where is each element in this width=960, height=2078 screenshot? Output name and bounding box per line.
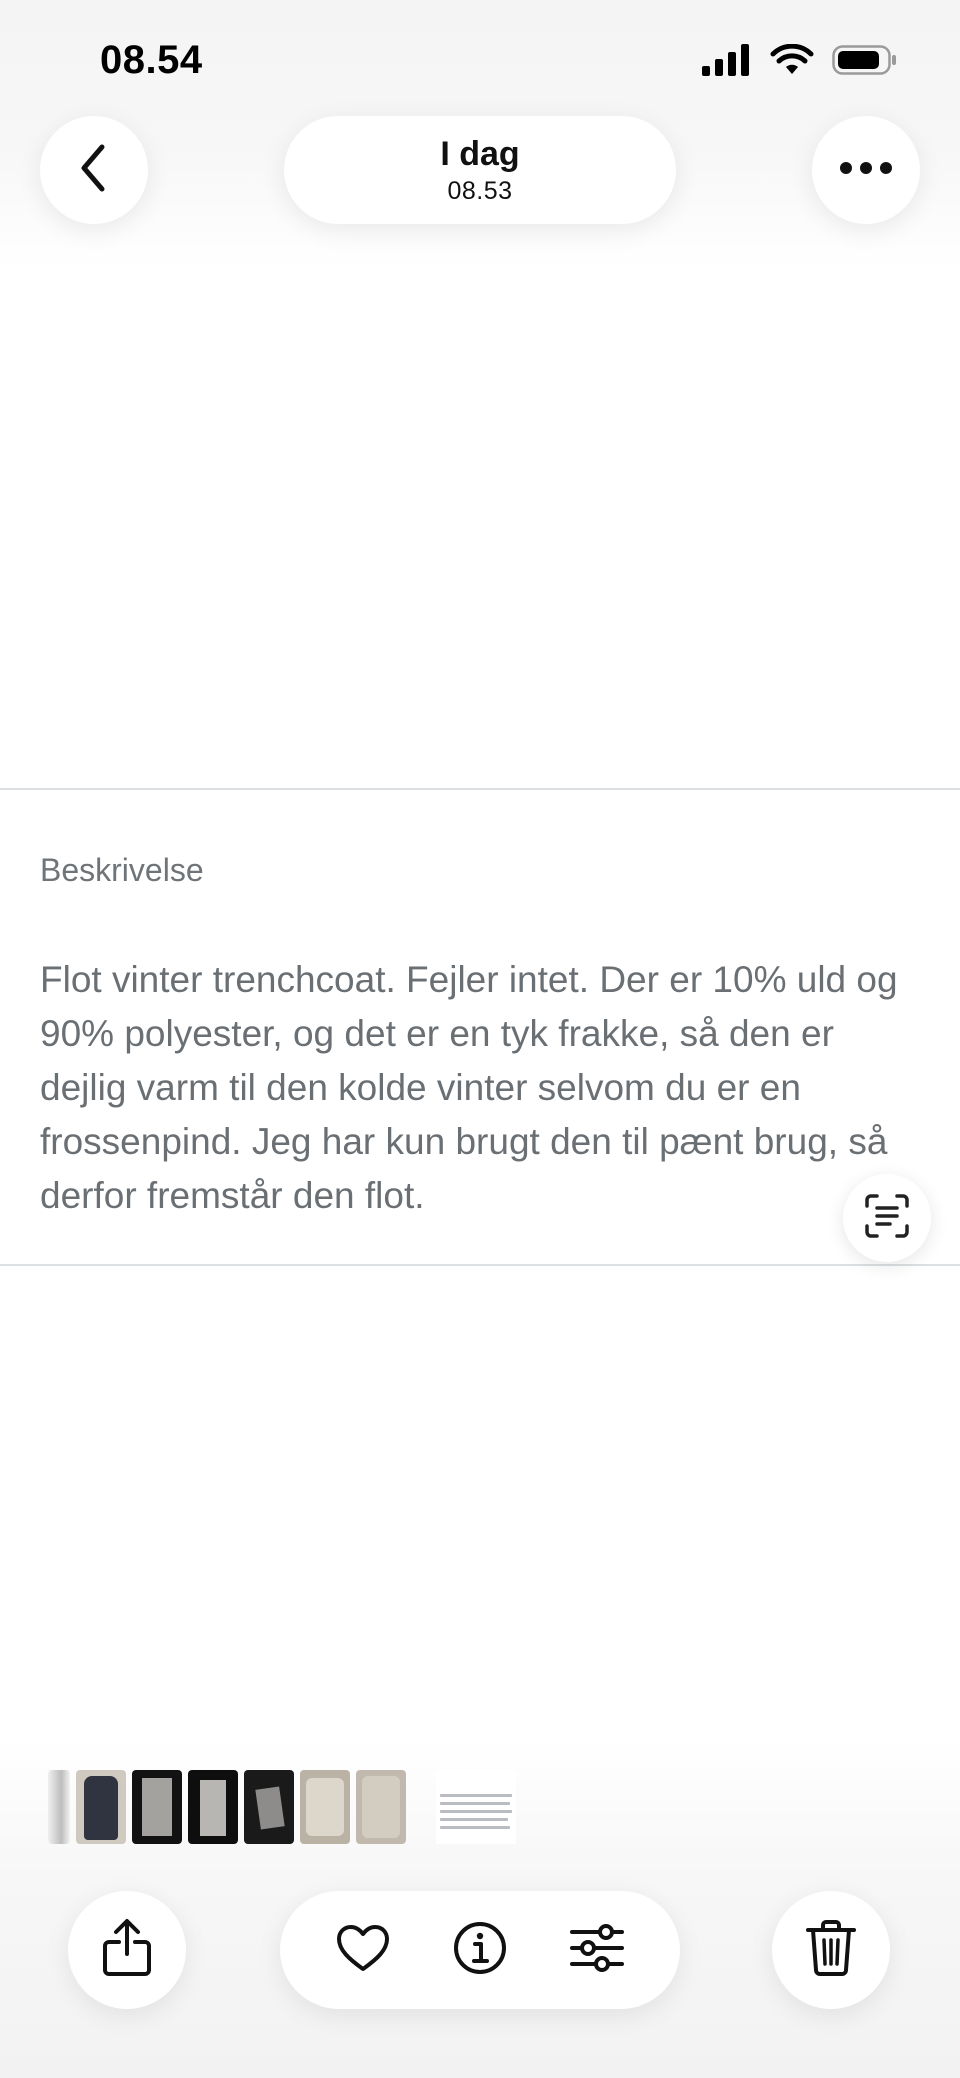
thumbnail-selected[interactable] xyxy=(436,1770,516,1844)
card-top-divider xyxy=(0,788,960,790)
thumbnail[interactable] xyxy=(76,1770,126,1844)
thumbnail[interactable] xyxy=(188,1770,238,1844)
time-subtitle: 08.53 xyxy=(447,177,513,205)
back-button[interactable] xyxy=(40,116,148,224)
photo-toolbar xyxy=(280,1891,680,2009)
favorite-button[interactable] xyxy=(323,1910,403,1990)
description-text: Flot vinter trenchcoat. Fejler intet. De… xyxy=(40,959,898,1216)
date-title: I dag xyxy=(440,135,520,173)
trash-icon xyxy=(805,1918,857,1983)
share-button[interactable] xyxy=(68,1891,186,2009)
info-button[interactable] xyxy=(440,1910,520,1990)
live-text-icon xyxy=(863,1192,911,1245)
share-icon xyxy=(101,1918,153,1983)
delete-button[interactable] xyxy=(772,1891,890,2009)
chevron-left-icon xyxy=(74,143,114,198)
info-icon xyxy=(452,1920,508,1981)
signal-icon xyxy=(702,44,752,81)
thumbnail[interactable] xyxy=(244,1770,294,1844)
thumbnail[interactable] xyxy=(356,1770,406,1844)
thumbnail[interactable] xyxy=(48,1770,70,1844)
thumbnail-strip[interactable] xyxy=(48,1770,516,1844)
more-button[interactable] xyxy=(812,116,920,224)
date-title-pill[interactable]: I dag 08.53 xyxy=(284,116,676,224)
wifi-icon xyxy=(770,43,814,81)
adjust-icon xyxy=(568,1923,626,1977)
live-text-button[interactable] xyxy=(843,1174,931,1262)
battery-icon xyxy=(832,44,898,81)
status-icons xyxy=(702,43,898,81)
thumbnail[interactable] xyxy=(132,1770,182,1844)
ellipsis-icon xyxy=(839,161,893,180)
description-label: Beskrivelse xyxy=(40,852,204,888)
status-time: 08.54 xyxy=(100,38,203,82)
adjust-button[interactable] xyxy=(557,1910,637,1990)
heart-icon xyxy=(335,1923,391,1978)
card-bottom-divider xyxy=(0,1264,960,1266)
thumbnail[interactable] xyxy=(300,1770,350,1844)
